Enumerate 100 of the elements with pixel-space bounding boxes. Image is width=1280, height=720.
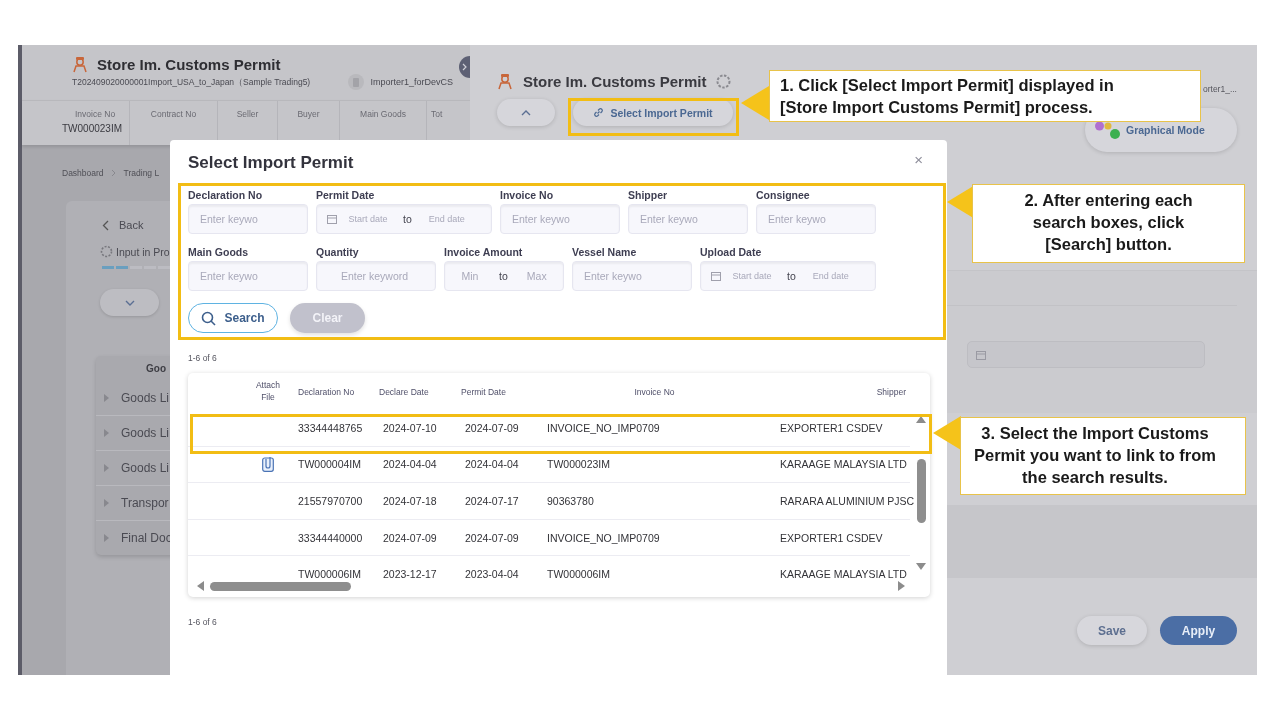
section-title[interactable]: Goods Li xyxy=(121,461,170,475)
table-cell-text: 2024-07-10 xyxy=(382,421,438,434)
date-input[interactable]: End date xyxy=(415,214,478,224)
column-label: Main Goods xyxy=(360,109,406,119)
scroll-left-icon xyxy=(196,580,205,592)
table-cell-text: KARAAGE MALAYSIA LTD xyxy=(779,568,908,581)
number-input[interactable]: Min xyxy=(445,270,495,282)
save-button[interactable]: Save xyxy=(1077,616,1147,645)
table-cell-text: EXPORTER1 CSDEV xyxy=(779,421,884,434)
scroll-up-icon xyxy=(915,415,927,424)
field-label: Permit Date xyxy=(316,189,376,201)
field-label: Invoice No xyxy=(500,189,555,201)
table-cell-text: 33344448765 xyxy=(297,421,364,434)
field-label: Quantity xyxy=(316,246,360,258)
calendar-icon xyxy=(327,214,337,224)
section-title[interactable]: Goods Li xyxy=(121,426,170,440)
date-input[interactable]: End date xyxy=(799,271,862,281)
search-button[interactable]: Search xyxy=(188,303,278,333)
section-title[interactable]: Goods Li xyxy=(121,390,170,405)
text-field[interactable]: Enter keywo xyxy=(188,204,308,234)
vertical-scrollbar[interactable] xyxy=(914,415,928,571)
table-cell-text: INVOICE_NO_IMP0709 xyxy=(546,421,661,434)
table-cell-text: TW000023IM xyxy=(546,458,612,471)
officer-icon xyxy=(72,56,88,73)
table-cell-text: TW000004IM xyxy=(297,458,363,471)
callout-tooltip: 3. Select the Import Customs Permit you want to link to from the search results. xyxy=(960,417,1246,495)
range-separator: to xyxy=(402,213,413,225)
back-link[interactable]: Back xyxy=(119,219,144,231)
column-header[interactable]: Declare Date xyxy=(371,386,453,397)
collapse-button[interactable] xyxy=(100,289,159,316)
table-cell-text: 2024-07-09 xyxy=(464,531,520,544)
collapse-button[interactable] xyxy=(497,99,555,126)
user-name: orter1_... xyxy=(1202,84,1237,94)
table-cell-text: 90363780 xyxy=(546,495,595,507)
table-cell-text: EXPORTER1 CSDEV xyxy=(779,531,884,544)
text-field[interactable]: Enter keywo xyxy=(756,204,876,234)
number-input[interactable]: Max xyxy=(511,270,562,282)
field-label: Main Goods xyxy=(188,246,250,258)
field-label: Upload Date xyxy=(700,246,763,258)
table-cell-text: TW000006IM xyxy=(546,568,612,581)
apply-button[interactable]: Apply xyxy=(1160,616,1237,645)
text-field[interactable]: Enter keywo xyxy=(188,261,308,291)
column-label: Tot xyxy=(431,109,443,119)
result-count: 1-6 of 6 xyxy=(188,353,218,363)
expand-arrow-icon xyxy=(104,499,109,507)
close-button[interactable]: × xyxy=(914,152,929,167)
table-cell-text: 2024-07-18 xyxy=(382,495,438,507)
search-icon xyxy=(201,310,217,326)
calendar-icon xyxy=(976,349,986,360)
table-cell-text: 2023-12-17 xyxy=(382,568,438,581)
record-subtitle: T202409020000001Import_USA_to_Japan（Sample Trading5) xyxy=(72,77,311,89)
column-header[interactable]: Invoice No xyxy=(535,386,774,397)
column-header[interactable]: Shipper xyxy=(774,386,910,397)
colored-dots-icon xyxy=(1095,121,1120,139)
table-cell-text: 21557970700 xyxy=(297,495,364,507)
panel-title: Store Im. Customs Permit xyxy=(523,73,707,90)
select-import-permit-button[interactable]: Select Import Permit xyxy=(573,99,733,126)
user-name: Importer1_forDevCS xyxy=(370,77,453,87)
link-icon xyxy=(593,107,605,118)
date-input[interactable]: Start date xyxy=(721,271,783,281)
text-field[interactable]: Enter keywo xyxy=(500,204,620,234)
column-label: Invoice No xyxy=(75,109,116,119)
column-header[interactable]: Declaration No xyxy=(288,386,371,397)
field-label: Vessel Name xyxy=(572,246,638,258)
text-field[interactable]: Enter keyword xyxy=(316,261,436,291)
expand-arrow-icon xyxy=(104,393,109,402)
scroll-down-icon xyxy=(915,562,927,571)
callout-tooltip: 1. Click [Select Import Permit] displayed in [Store Import Customs Permit] process. xyxy=(769,70,1201,122)
spinner-icon xyxy=(100,245,113,258)
column-label: Contract No xyxy=(150,109,197,119)
scroll-right-icon xyxy=(897,580,906,592)
status-label: Input in Pro xyxy=(116,245,170,258)
horizontal-scrollbar[interactable] xyxy=(196,579,906,593)
expand-arrow-icon xyxy=(104,464,109,472)
breadcrumb-link[interactable]: Trading L xyxy=(123,168,160,178)
table-cell-text: 2024-04-04 xyxy=(464,458,520,471)
date-field[interactable] xyxy=(967,341,1205,368)
breadcrumb-link[interactable]: Dashboard xyxy=(62,168,104,178)
column-label: Seller xyxy=(236,109,259,119)
text-field[interactable]: Enter keywo xyxy=(572,261,692,291)
table-cell-text: INVOICE_NO_IMP0709 xyxy=(546,531,661,544)
chevron-down-icon xyxy=(124,299,135,306)
pointer-arrow xyxy=(933,416,961,450)
table-cell-text: 2024-07-09 xyxy=(464,421,520,434)
date-input[interactable]: Start date xyxy=(337,214,399,224)
text-field[interactable]: Enter keywo xyxy=(628,204,748,234)
column-value: TW000023IM xyxy=(62,123,123,134)
field-label: Shipper xyxy=(628,189,669,201)
dialog-title: Select Import Permit xyxy=(188,152,354,173)
range-separator: to xyxy=(786,270,797,282)
section-title[interactable]: Transpor xyxy=(121,496,169,510)
table-cell-text: 33344440000 xyxy=(297,531,364,544)
table-cell-text: TW000006IM xyxy=(297,568,363,581)
table-cell-text: 2024-07-17 xyxy=(464,495,520,507)
table-cell-text: 2024-04-04 xyxy=(382,458,438,471)
column-header[interactable]: Permit Date xyxy=(453,386,535,397)
field-label: Invoice Amount xyxy=(444,246,524,258)
column-header[interactable]: Attach File xyxy=(248,380,288,403)
callout-tooltip: 2. After entering each search boxes, click [Search] button. xyxy=(972,184,1245,263)
table-header: Goo xyxy=(145,362,167,376)
